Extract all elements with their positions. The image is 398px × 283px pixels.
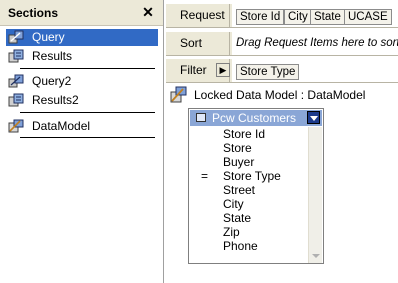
- filter-item-store-type[interactable]: Store Type: [236, 64, 300, 80]
- table-topic-name: Pcw Customers: [212, 111, 297, 125]
- sort-line[interactable]: Drag Request Items here to sort t: [232, 32, 398, 55]
- filter-row: Filter ▶ Store Type: [166, 59, 398, 83]
- request-item-city[interactable]: City: [284, 9, 312, 25]
- results-icon: [8, 93, 24, 107]
- request-item-ucase[interactable]: UCASE: [344, 9, 392, 25]
- field-label: Zip: [223, 225, 240, 239]
- section-item-results2[interactable]: Results2: [6, 92, 158, 109]
- results-icon: [8, 49, 24, 63]
- table-topic-header[interactable]: Pcw Customers: [190, 110, 322, 126]
- section-item-results[interactable]: Results: [6, 48, 158, 65]
- table-field[interactable]: = Store Type: [201, 169, 319, 183]
- filter-line[interactable]: Store Type: [232, 59, 398, 82]
- table-field[interactable]: Store: [223, 141, 319, 155]
- request-line[interactable]: Store Id City State UCASE: [232, 4, 398, 27]
- chevron-down-icon[interactable]: [307, 111, 320, 124]
- filter-arrow-icon[interactable]: ▶: [216, 63, 230, 77]
- data-model-title-label: Locked Data Model : DataModel: [194, 88, 366, 102]
- query-icon: [8, 30, 24, 44]
- request-label: Request: [166, 4, 230, 27]
- query-panel: Request Store Id City State UCASE Sort D…: [166, 0, 398, 283]
- sort-row: Sort Drag Request Items here to sort t: [166, 32, 398, 56]
- sections-header: Sections ✕: [0, 0, 163, 26]
- sort-label: Sort: [166, 32, 230, 55]
- section-divider: [20, 68, 155, 69]
- field-mark: =: [201, 169, 209, 183]
- table-field[interactable]: Store Id: [223, 127, 319, 141]
- section-item-label: Results: [32, 49, 73, 63]
- field-label: Street: [223, 183, 256, 197]
- table-field[interactable]: Zip: [223, 225, 319, 239]
- sections-pane: Sections ✕ Query Results Query2 Results2…: [0, 0, 164, 283]
- section-item-label: Results2: [32, 93, 79, 107]
- table-icon: [196, 113, 206, 122]
- field-label: Store: [223, 141, 252, 155]
- close-icon[interactable]: ✕: [140, 4, 156, 20]
- request-item-store-id[interactable]: Store Id: [236, 9, 285, 25]
- field-label: Phone: [223, 239, 258, 253]
- table-field[interactable]: Phone: [223, 239, 319, 253]
- field-label: Store Id: [223, 127, 266, 141]
- query-icon: [8, 74, 24, 88]
- section-item-query2[interactable]: Query2: [6, 73, 158, 90]
- table-field[interactable]: City: [223, 197, 319, 211]
- field-label: Buyer: [223, 155, 255, 169]
- section-divider: [20, 112, 155, 113]
- table-field[interactable]: State: [223, 211, 319, 225]
- table-topic-box[interactable]: Pcw Customers Store Id Store Buyer = Sto…: [188, 108, 324, 264]
- section-item-query[interactable]: Query: [6, 29, 158, 46]
- sections-title: Sections: [8, 6, 59, 20]
- section-item-label: Query: [32, 30, 65, 44]
- datamodel-icon: [8, 119, 24, 133]
- field-label: State: [223, 211, 252, 225]
- section-item-label: Query2: [32, 74, 72, 88]
- field-label: Store Type: [223, 169, 281, 183]
- section-item-label: DataModel: [32, 119, 91, 133]
- section-divider: [20, 137, 155, 138]
- request-row: Request Store Id City State UCASE: [166, 4, 398, 28]
- field-label: City: [223, 197, 244, 211]
- section-item-datamodel[interactable]: DataModel: [6, 118, 158, 135]
- sort-hint: Drag Request Items here to sort t: [236, 37, 398, 49]
- request-item-state[interactable]: State: [310, 9, 345, 25]
- locked-datamodel-icon: [170, 86, 187, 103]
- table-field[interactable]: Street: [223, 183, 319, 197]
- table-field[interactable]: Buyer: [223, 155, 319, 169]
